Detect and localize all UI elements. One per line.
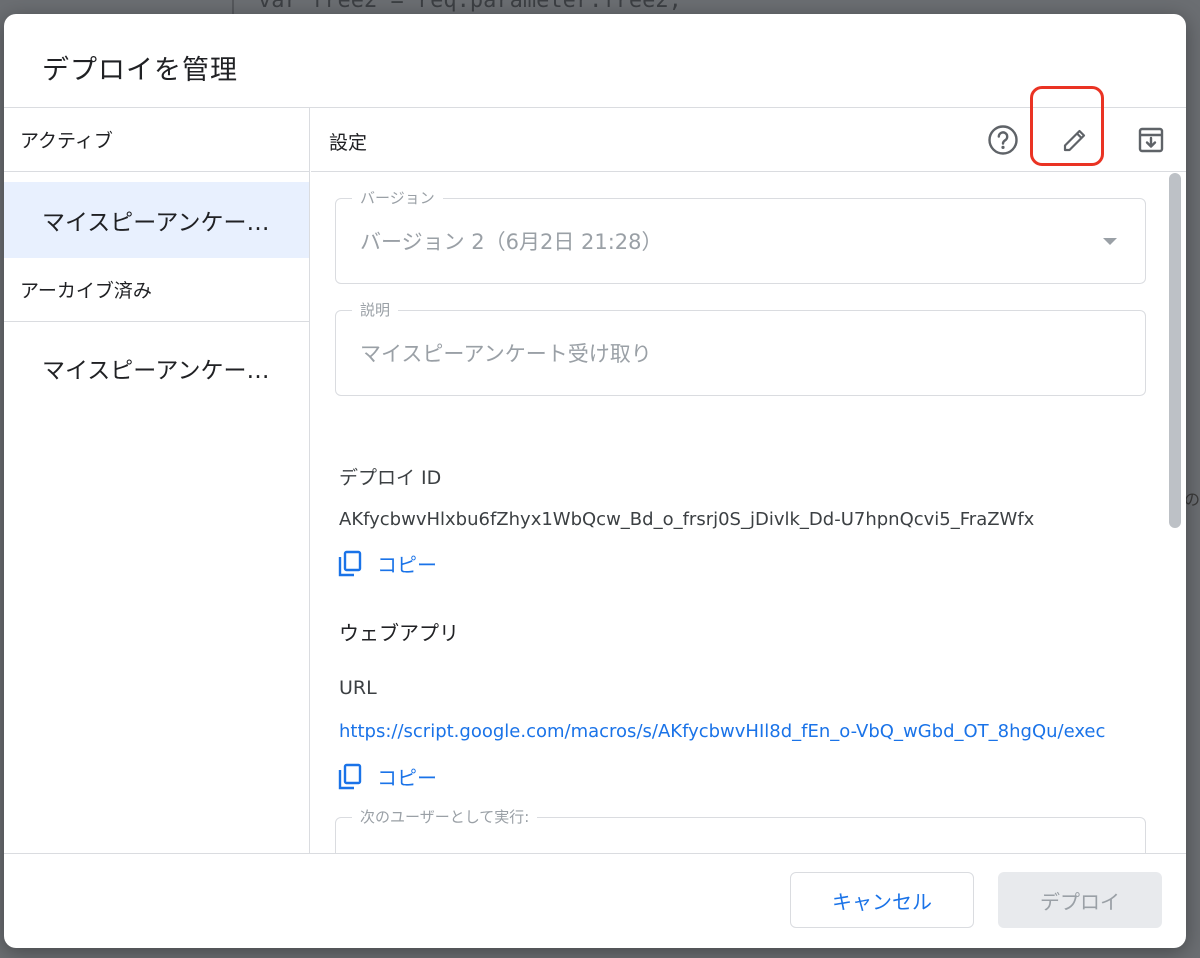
settings-title: 設定: [329, 132, 368, 154]
edit-highlight-annotation: [1030, 86, 1104, 166]
version-select[interactable]: バージョン バージョン 2（6月2日 21:28）: [335, 187, 1146, 284]
version-legend: バージョン: [352, 187, 443, 208]
copy-label: コピー: [377, 766, 437, 790]
dropdown-arrow-icon: [1103, 238, 1117, 245]
copy-url-button[interactable]: コピー: [337, 762, 437, 791]
footer-divider: [4, 853, 1186, 854]
editor-gutter: [232, 0, 234, 14]
help-circle-icon: [988, 125, 1018, 155]
deploy-id-label: デプロイ ID: [339, 467, 442, 489]
archived-deployment-item[interactable]: マイスピーアンケート受け取り: [4, 330, 309, 406]
help-button[interactable]: [979, 116, 1027, 164]
archive-icon: [1138, 127, 1164, 153]
settings-panel: バージョン バージョン 2（6月2日 21:28） 説明 マイスピーアンケート受…: [311, 173, 1186, 854]
copy-label: コピー: [377, 553, 437, 577]
scrollbar[interactable]: [1169, 173, 1184, 854]
copy-icon: [338, 763, 362, 789]
copy-icon: [338, 550, 362, 576]
manage-deployments-dialog: デプロイを管理 アクティブ マイスピーアンケート受け取り アーカイブ済み マイス…: [4, 14, 1186, 948]
description-value: マイスピーアンケート受け取り: [360, 342, 652, 366]
webapp-label: ウェブアプリ: [339, 621, 459, 645]
deployment-item-label: マイスピーアンケート受け取り: [42, 210, 284, 236]
archived-section-header: アーカイブ済み: [4, 258, 310, 322]
webapp-url-link[interactable]: https://script.google.com/macros/s/AKfyc…: [339, 721, 1145, 742]
copy-deploy-id-button[interactable]: コピー: [337, 549, 437, 578]
active-section-header: アクティブ: [4, 108, 310, 172]
url-label: URL: [339, 677, 377, 699]
description-field[interactable]: 説明 マイスピーアンケート受け取り: [335, 299, 1146, 396]
execute-as-select[interactable]: 次のユーザーとして実行:: [335, 806, 1146, 854]
scrollbar-thumb[interactable]: [1169, 173, 1181, 528]
deployment-item-label: マイスピーアンケート受け取り: [42, 358, 284, 384]
deploy-id-value: AKfycbwvHlxbu6fZhyx1WbQcw_Bd_o_frsrj0S_j…: [339, 509, 1035, 530]
description-legend: 説明: [352, 299, 399, 320]
deploy-button[interactable]: デプロイ: [998, 872, 1162, 928]
execute-as-legend: 次のユーザーとして実行:: [352, 806, 538, 827]
editor-side-text: の: [1183, 490, 1200, 509]
editor-code-line: var free2 = req.parameter.free2;: [258, 0, 682, 13]
version-value: バージョン 2（6月2日 21:28）: [360, 230, 663, 254]
cancel-button[interactable]: キャンセル: [790, 872, 974, 928]
dialog-title: デプロイを管理: [42, 55, 238, 86]
archive-button[interactable]: [1127, 116, 1175, 164]
active-deployment-item[interactable]: マイスピーアンケート受け取り: [4, 182, 309, 258]
deployments-list: アクティブ マイスピーアンケート受け取り アーカイブ済み マイスピーアンケート受…: [4, 108, 310, 854]
